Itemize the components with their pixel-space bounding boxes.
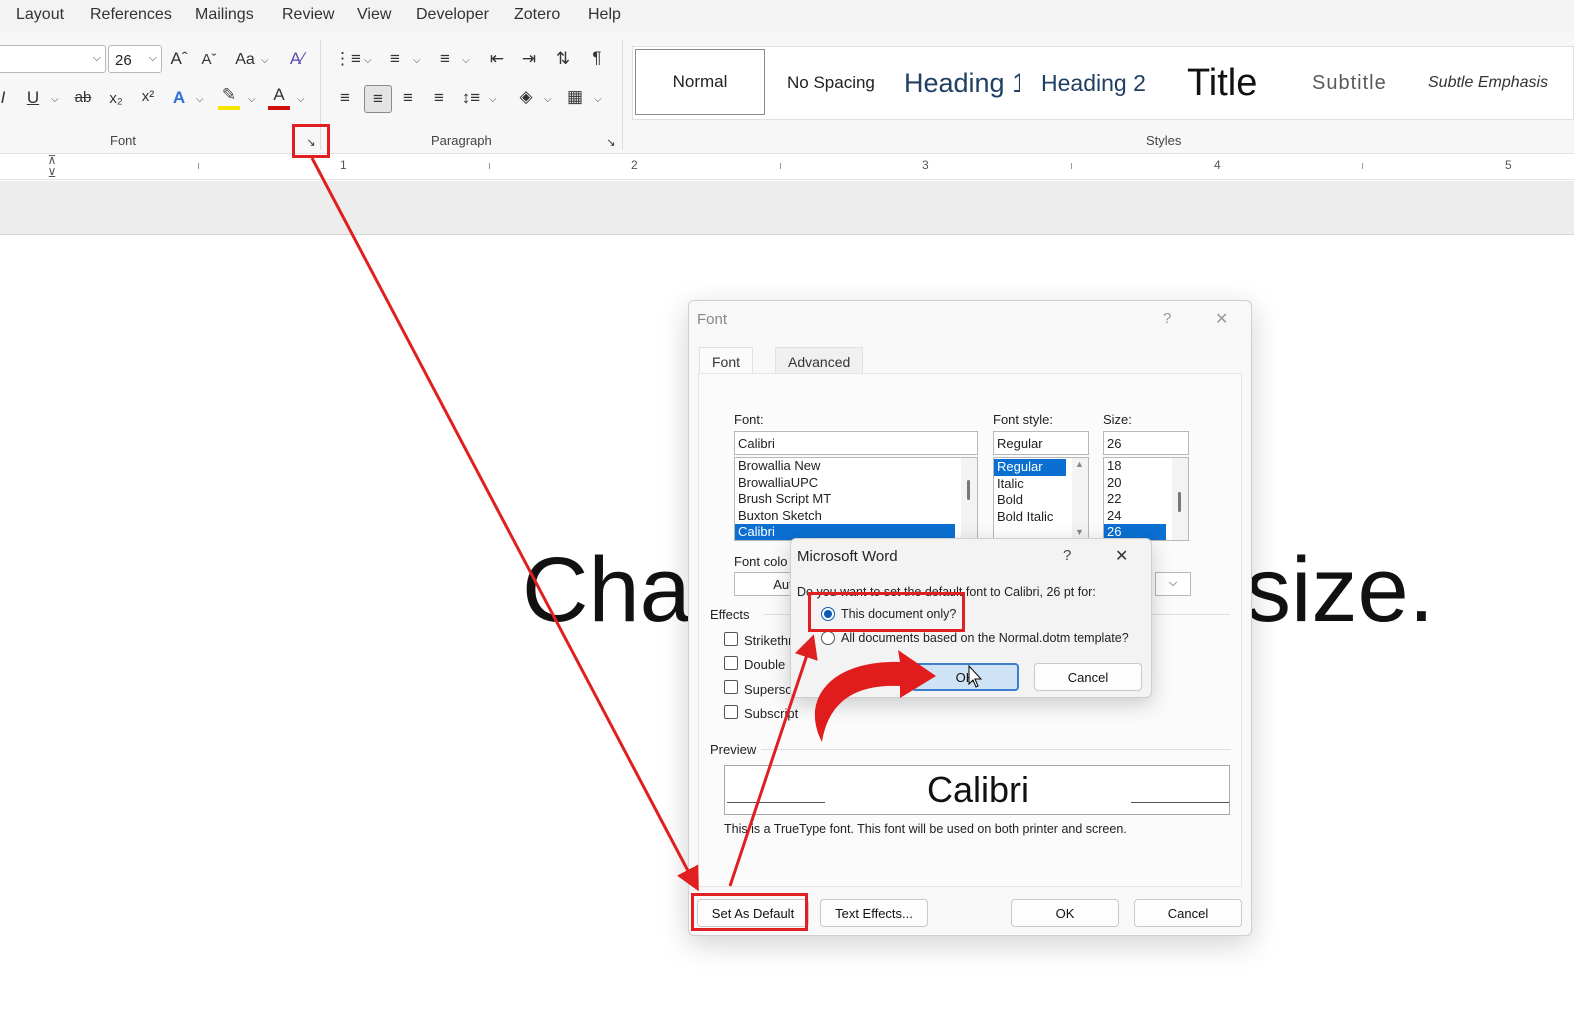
annotation-arrows [310,157,983,892]
mouse-cursor-icon [968,664,983,688]
annotation-curved-arrow [814,650,936,742]
annotation-arrow-2 [728,634,818,887]
annotation-arrow-1 [310,157,699,892]
